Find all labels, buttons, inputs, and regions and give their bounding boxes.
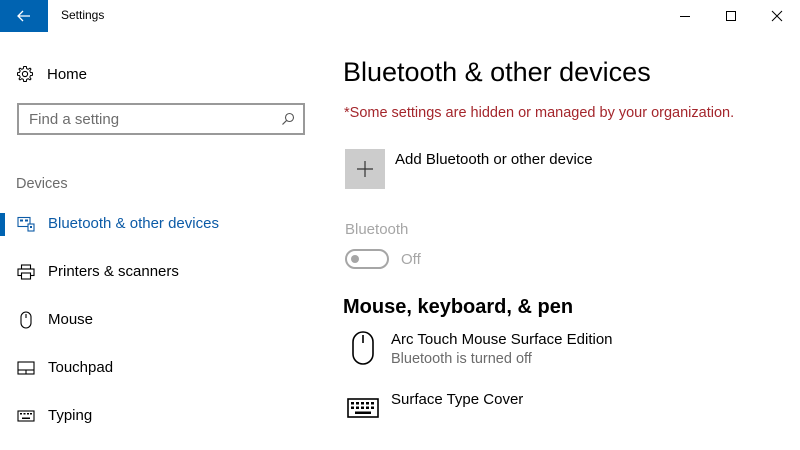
minimize-icon [680,16,690,17]
bluetooth-label: Bluetooth [345,221,409,238]
minimize-button[interactable] [662,0,708,32]
plus-icon [357,161,373,177]
sidebar-item-typing[interactable]: Typing [0,396,322,436]
close-button[interactable] [754,0,800,32]
add-tile [345,149,385,189]
gear-icon [17,66,33,82]
mouse-icon [17,311,35,329]
toggle-knob [351,255,359,263]
org-notice: *Some settings are hidden or managed by … [344,105,735,121]
main-content: Bluetooth & other devices *Some settings… [322,32,800,450]
close-icon [771,10,783,22]
device-surface-type-cover[interactable]: Surface Type Cover [345,390,785,434]
device-status: Bluetooth is turned off [391,351,532,367]
keyboard-icon [345,390,381,426]
app-title: Settings [61,8,105,22]
sidebar-item-bluetooth[interactable]: Bluetooth & other devices [0,204,322,244]
back-button[interactable] [0,0,48,32]
bluetooth-state: Off [401,250,421,268]
sidebar-item-label: Typing [48,407,93,424]
section-heading-mouse-keyboard-pen: Mouse, keyboard, & pen [343,296,574,318]
sidebar-item-mouse[interactable]: Mouse [0,300,322,340]
search-box[interactable] [17,103,305,135]
sidebar: Home Devices Bluetooth & other devices [0,32,322,450]
add-device-label: Add Bluetooth or other device [395,151,593,168]
printer-icon [17,264,35,280]
search-icon[interactable] [281,112,295,126]
bluetooth-toggle-row: Off [345,249,421,269]
page-title: Bluetooth & other devices [343,57,651,87]
sidebar-item-label: Bluetooth & other devices [48,215,219,232]
maximize-button[interactable] [708,0,754,32]
search-input[interactable] [19,105,269,133]
sidebar-item-printers[interactable]: Printers & scanners [0,252,322,292]
sidebar-item-label: Mouse [48,311,94,328]
sidebar-item-touchpad[interactable]: Touchpad [0,348,322,388]
home-label: Home [47,65,88,83]
section-label-devices: Devices [16,176,68,192]
device-name: Surface Type Cover [391,391,524,408]
bluetooth-devices-icon [17,216,35,232]
sidebar-item-label: Touchpad [48,359,114,376]
title-bar: Settings [0,0,800,32]
sidebar-item-label: Printers & scanners [48,263,179,280]
device-arc-touch-mouse[interactable]: Arc Touch Mouse Surface Edition Bluetoot… [345,330,785,374]
maximize-icon [726,11,736,21]
keyboard-icon [17,408,35,424]
bluetooth-toggle[interactable] [345,249,389,269]
mouse-icon [345,330,381,366]
device-name: Arc Touch Mouse Surface Edition [391,331,613,348]
sidebar-item-home[interactable]: Home [16,64,87,84]
add-device-button[interactable]: Add Bluetooth or other device [345,149,593,189]
touchpad-icon [17,360,35,376]
back-arrow-icon [17,10,30,22]
